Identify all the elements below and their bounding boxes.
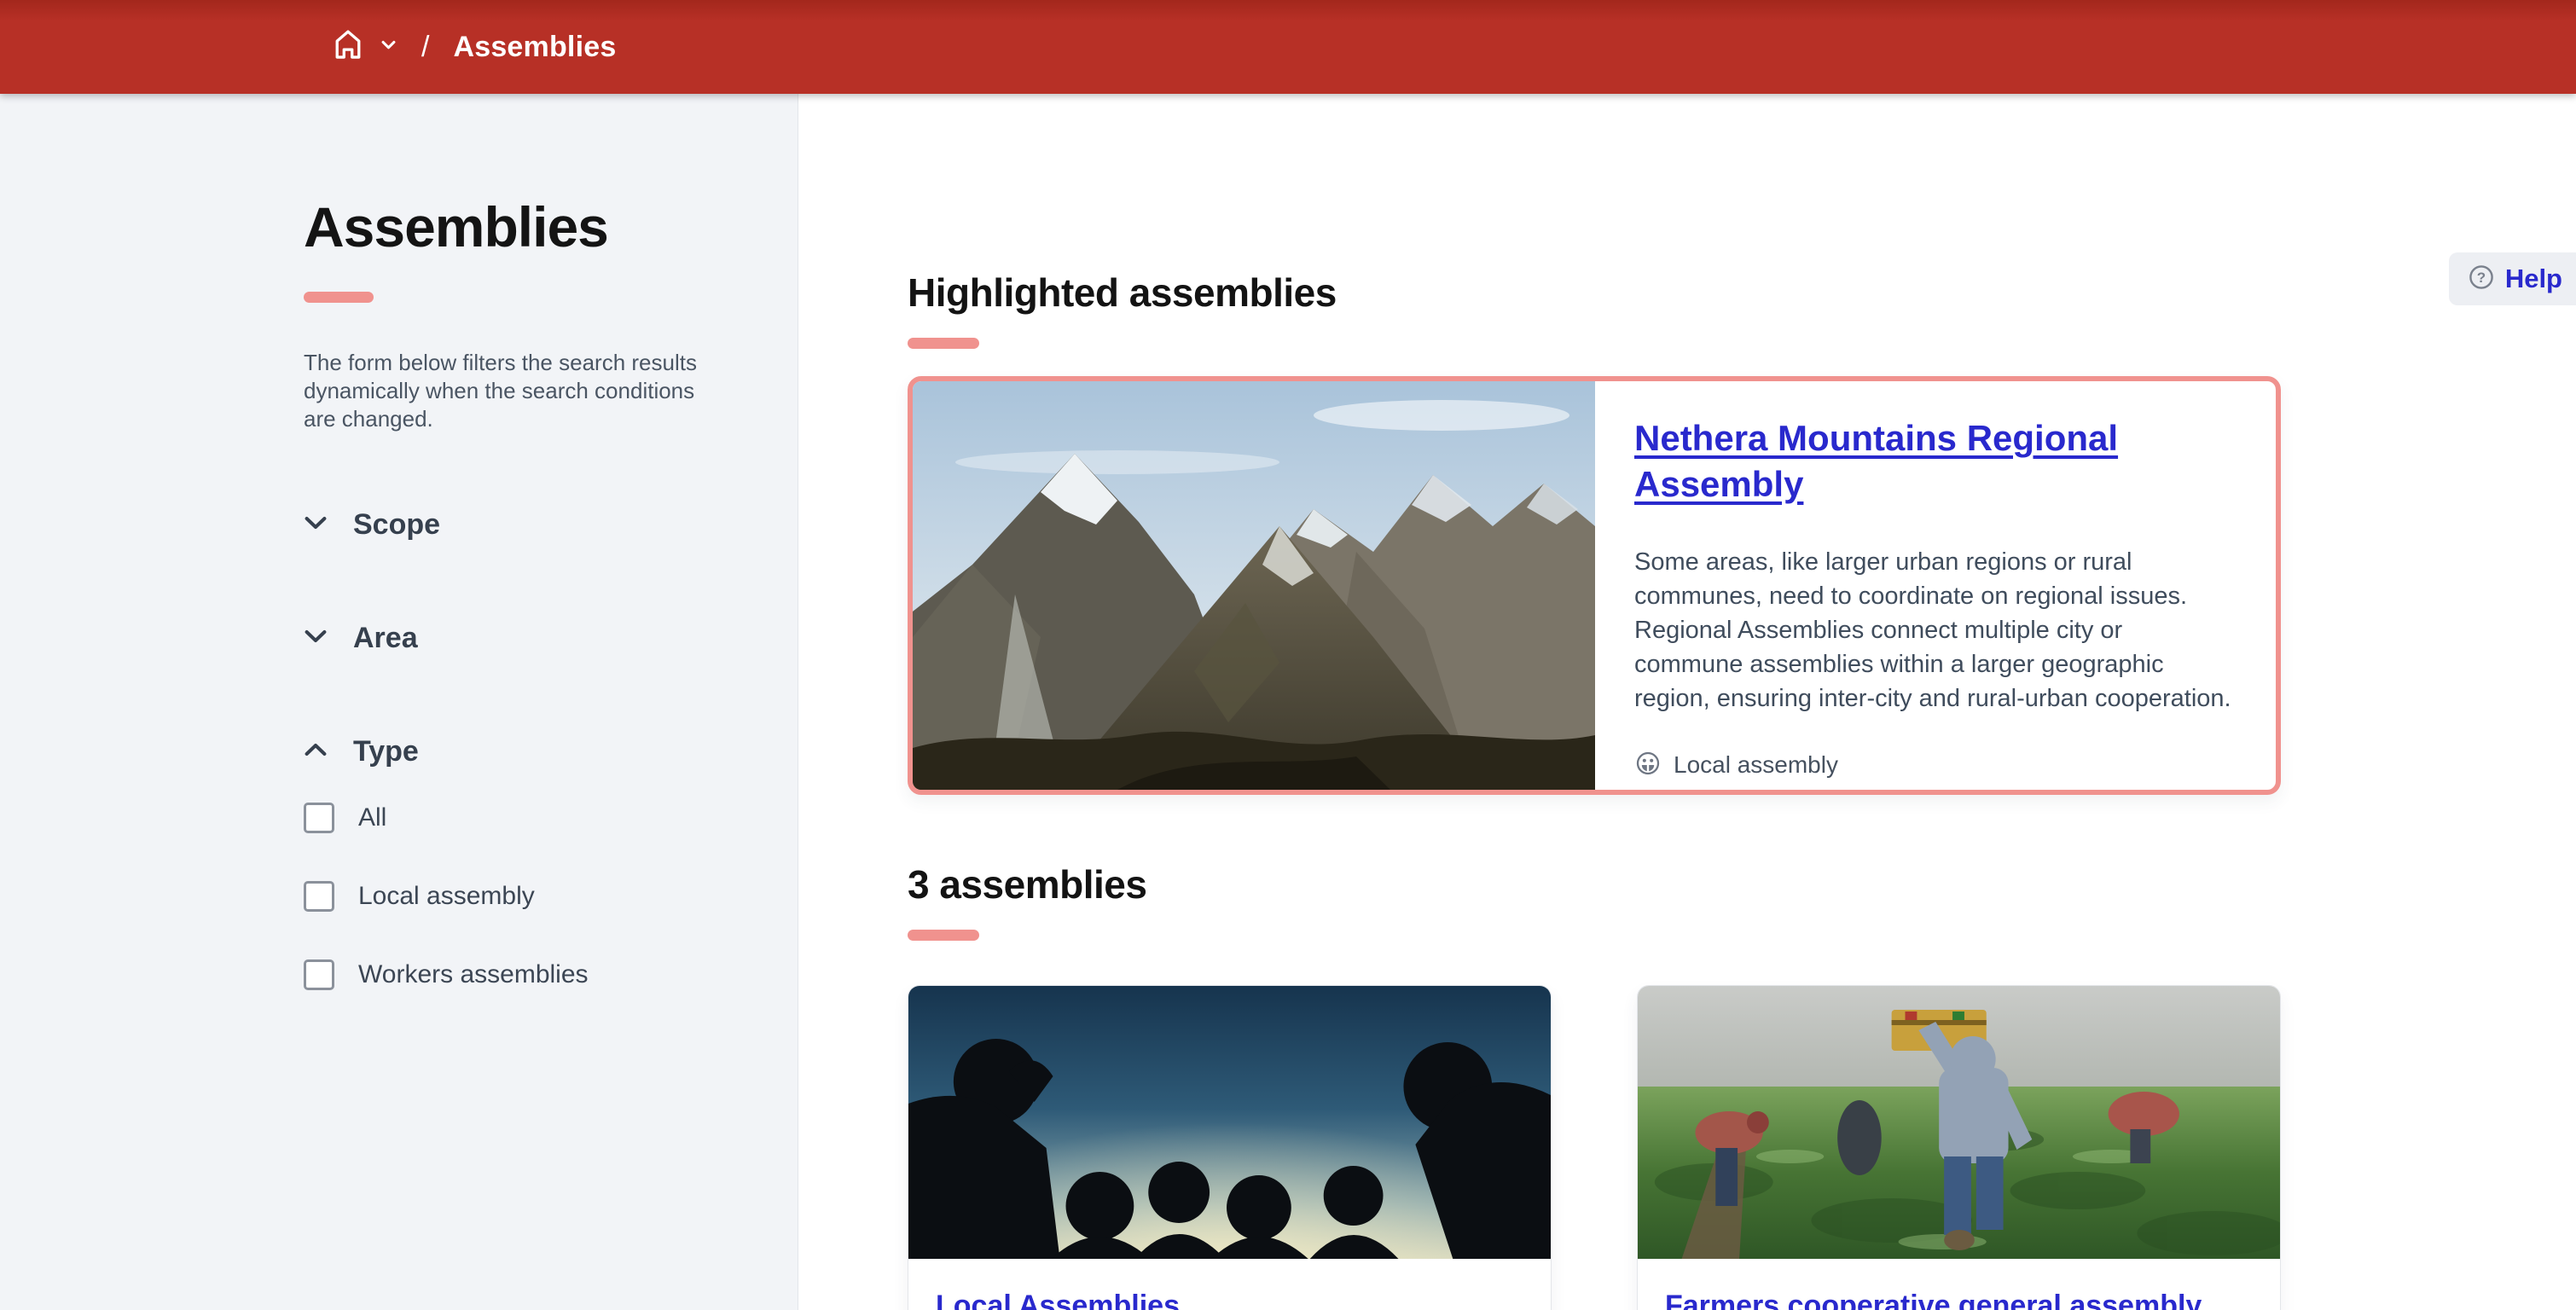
highlighted-card-type-label: Local assembly [1674,751,1838,779]
assembly-card-local-assemblies[interactable]: Local Assemblies 2 [908,985,1552,1310]
checkbox-local-assembly[interactable] [304,881,334,912]
checkbox-label-local-assembly: Local assembly [358,882,535,911]
filter-section-type: Type All Local assembly Workers assembli… [304,735,704,990]
filter-section-area: Area [304,622,704,655]
page-title: Assemblies [304,194,704,259]
svg-text:?: ? [2477,270,2486,286]
heading-accent-bar [908,930,979,941]
chevron-down-icon [304,629,328,648]
chevron-down-icon [381,39,396,55]
filter-label-area: Area [353,622,418,655]
checkbox-label-all: All [358,803,386,832]
title-accent-bar [304,292,374,303]
filter-section-scope: Scope [304,508,704,542]
checkbox-row-all[interactable]: All [304,803,704,833]
checkbox-label-workers-assemblies: Workers assemblies [358,960,589,989]
assembly-card-farmers-cooperative[interactable]: Farmers cooperative general assembly [1637,985,2281,1310]
breadcrumb-separator: / [421,31,429,64]
filter-toggle-scope[interactable]: Scope [304,508,704,542]
card-title-link[interactable]: Farmers cooperative general assembly [1665,1290,2202,1310]
heading-accent-bar [908,338,979,349]
globe-icon [1634,750,1662,781]
filter-options-type: All Local assembly Workers assemblies [304,803,704,990]
highlighted-card-content: Nethera Mountains Regional Assembly Some… [1595,381,2277,790]
home-icon [328,26,368,69]
highlighted-card-title-link[interactable]: Nethera Mountains Regional Assembly [1634,418,2118,504]
results-section-heading: 3 assemblies [908,861,2576,907]
filter-toggle-type[interactable]: Type [304,735,704,768]
card-image-silhouettes [908,986,1551,1259]
filters-description: The form below filters the search result… [304,349,705,433]
highlighted-assembly-card[interactable]: Nethera Mountains Regional Assembly Some… [908,376,2281,795]
question-circle-icon: ? [2468,264,2495,295]
card-title-link[interactable]: Local Assemblies [936,1290,1180,1310]
highlighted-card-description: Some areas, like larger urban regions or… [1634,545,2237,716]
breadcrumb-home[interactable] [328,26,396,69]
chevron-down-icon [304,515,328,535]
checkbox-workers-assemblies[interactable] [304,959,334,990]
checkbox-all[interactable] [304,803,334,833]
chevron-up-icon [304,742,328,762]
help-button[interactable]: ? Help [2449,252,2576,305]
card-image-farm-field [1638,986,2280,1259]
highlighted-card-meta: Local assembly [1634,750,2237,781]
card-body: Farmers cooperative general assembly [1638,1259,2280,1310]
card-body: Local Assemblies 2 [908,1259,1551,1310]
filter-label-type: Type [353,735,419,768]
assembly-cards-row: Local Assemblies 2 [908,985,2281,1310]
filter-label-scope: Scope [353,508,440,542]
page-layout: Assemblies The form below filters the se… [0,94,2576,1310]
topbar: / Assemblies [0,0,2576,94]
filter-toggle-area[interactable]: Area [304,622,704,655]
checkbox-row-workers-assemblies[interactable]: Workers assemblies [304,959,704,990]
highlighted-section-heading: Highlighted assemblies [908,94,2576,316]
breadcrumb-current: Assemblies [453,31,616,64]
highlighted-card-image [913,381,1595,790]
checkbox-row-local-assembly[interactable]: Local assembly [304,881,704,912]
help-button-label: Help [2505,264,2562,294]
filters-sidebar: Assemblies The form below filters the se… [0,94,798,1310]
main-content: ? Help Highlighted assemblies [798,94,2576,1310]
